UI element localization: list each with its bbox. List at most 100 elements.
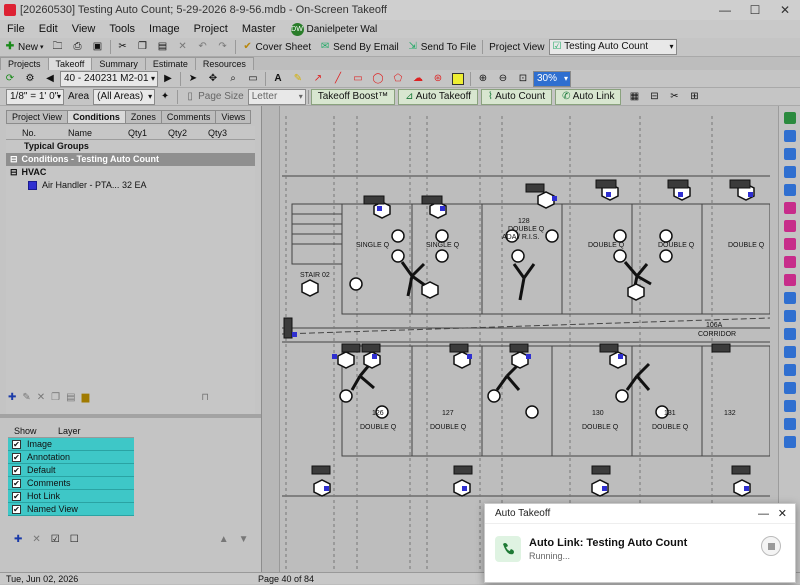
auto-link-button[interactable]: ✆ Auto Link <box>555 88 622 105</box>
tab-zones[interactable]: Zones <box>124 110 162 124</box>
checkbox[interactable]: ✔ <box>12 504 21 514</box>
measure-button[interactable]: ⊟ <box>644 89 664 105</box>
condition-group-row[interactable]: ⊟ Conditions - Testing Auto Count <box>6 153 255 166</box>
lock-icon[interactable]: ⊓ <box>201 392 209 403</box>
condition-row[interactable]: Air Handler - PTA... 32 EA <box>6 179 255 192</box>
pan-tool[interactable]: ✥ <box>203 71 223 87</box>
menu-image[interactable]: Image <box>142 23 187 35</box>
line-tool[interactable]: ╱ <box>328 71 348 87</box>
redo-button[interactable]: ↷ <box>213 39 233 55</box>
polygon-tool[interactable]: ⬠ <box>388 71 408 87</box>
col-qty1[interactable]: Qty1 <box>118 126 156 139</box>
layer-row-named-view[interactable]: ✔ Named View <box>8 503 134 516</box>
send-by-email-button[interactable]: ✉ Send By Email <box>315 39 403 55</box>
layer-row-hot-link[interactable]: ✔ Hot Link <box>8 490 134 503</box>
menu-project[interactable]: Project <box>187 23 235 35</box>
ellipse-tool[interactable]: ◯ <box>368 71 388 87</box>
copy-icon[interactable]: ❐ <box>51 392 60 403</box>
help-icon[interactable] <box>783 112 796 124</box>
layer-button[interactable]: ▦ <box>624 89 644 105</box>
menu-view[interactable]: View <box>65 23 103 35</box>
tab-views[interactable]: Views <box>215 110 252 124</box>
edit-icon[interactable]: ✎ <box>22 392 30 403</box>
settings-button[interactable]: ⚙ <box>20 71 40 87</box>
menu-edit[interactable]: Edit <box>32 23 65 35</box>
checkbox[interactable]: ✔ <box>12 465 21 475</box>
tab-summary[interactable]: Summary <box>91 57 146 70</box>
col-qty2[interactable]: Qty2 <box>156 126 196 139</box>
col-no[interactable]: No. <box>6 126 46 139</box>
zoom-in-button[interactable]: ⊕ <box>473 71 493 87</box>
layer-row-comments[interactable]: ✔ Comments <box>8 477 134 490</box>
checkbox[interactable]: ✔ <box>12 491 21 501</box>
arrow-tool[interactable]: ↗ <box>308 71 328 87</box>
area-tool-button[interactable]: ✦ <box>155 89 175 105</box>
tab-project-view[interactable]: Project View <box>6 110 68 124</box>
page-combo[interactable]: 40 - 240231 M2-01 - MEC▾ <box>60 70 158 87</box>
cover-sheet-button[interactable]: ✔ Cover Sheet <box>238 39 316 55</box>
properties-icon[interactable] <box>783 130 796 142</box>
menu-file[interactable]: File <box>0 23 32 35</box>
report-icon[interactable] <box>783 436 796 448</box>
maximize-button[interactable]: ☐ <box>740 0 770 20</box>
rectangle-tool[interactable]: ▭ <box>348 71 368 87</box>
hvac-folder-row[interactable]: ⊟ HVAC <box>6 166 255 179</box>
rotate-icon[interactable] <box>783 364 796 376</box>
page-size-combo[interactable]: Letter ▾ <box>247 88 306 105</box>
snapshot-tool[interactable]: ▭ <box>243 71 263 87</box>
fit-height-icon[interactable] <box>783 328 796 340</box>
col-qty3[interactable]: Qty3 <box>196 126 236 139</box>
move-down-icon[interactable]: ▼ <box>239 534 249 545</box>
typical-groups-row[interactable]: Typical Groups <box>6 140 255 153</box>
prev-page-button[interactable]: ◀ <box>40 71 60 87</box>
zoom-fit-button[interactable]: ⊡ <box>513 71 533 87</box>
zoom-tool[interactable]: ⌕ <box>223 71 243 87</box>
checkbox[interactable]: ✔ <box>12 439 21 449</box>
tab-resources[interactable]: Resources <box>194 57 254 70</box>
panel-splitter[interactable] <box>0 414 261 418</box>
scale-combo[interactable]: 1/8" = 1' 0" ▾ <box>6 88 64 105</box>
fit-page-icon[interactable] <box>783 346 796 358</box>
stamp-icon[interactable] <box>783 274 796 286</box>
auto-takeoff-button[interactable]: ⊿ Auto Takeoff <box>398 88 478 105</box>
paste-icon[interactable]: ▤ <box>66 392 75 403</box>
add-layer-icon[interactable]: ✚ <box>14 534 22 545</box>
save-button[interactable]: ▣ <box>88 39 108 55</box>
close-button[interactable]: ✕ <box>770 0 800 20</box>
layers-icon[interactable] <box>783 148 796 160</box>
copy-button[interactable]: ❐ <box>133 39 153 55</box>
zoom-combo[interactable]: 30% ▾ <box>533 70 571 87</box>
delete-layer-icon[interactable]: ✕ <box>32 534 40 545</box>
fit-width-icon[interactable] <box>783 310 796 322</box>
note-tool[interactable] <box>448 71 468 87</box>
toast-minimize-button[interactable]: — <box>758 504 769 524</box>
tab-conditions[interactable]: Conditions <box>66 110 126 124</box>
more-button[interactable]: ⊞ <box>684 89 704 105</box>
toast-close-button[interactable]: ✕ <box>778 504 787 524</box>
paste-button[interactable]: ▤ <box>153 39 173 55</box>
print-button[interactable]: ⎙ <box>68 39 88 55</box>
delete-icon[interactable]: ✕ <box>37 392 45 403</box>
new-button[interactable]: ✚ New ▾ <box>0 39 48 55</box>
uncheck-all-icon[interactable]: ☐ <box>70 534 79 545</box>
overlay-icon[interactable] <box>783 202 796 214</box>
refresh-button[interactable]: ⟳ <box>0 71 20 87</box>
scissors-button[interactable]: ✂ <box>664 89 684 105</box>
col-name[interactable]: Name <box>46 126 118 139</box>
bookmark-icon[interactable] <box>783 400 796 412</box>
markup-icon[interactable] <box>783 238 796 250</box>
minimize-button[interactable]: — <box>710 0 740 20</box>
menu-master[interactable]: Master <box>235 23 283 35</box>
open-button[interactable]: 🗀 <box>48 39 68 55</box>
layer-row-default[interactable]: ✔ Default <box>8 464 134 477</box>
delete-button[interactable]: ✕ <box>173 39 193 55</box>
compare-icon[interactable] <box>783 220 796 232</box>
zoom-out-button[interactable]: ⊖ <box>493 71 513 87</box>
menu-tools[interactable]: Tools <box>102 23 142 35</box>
filter-icon[interactable] <box>783 184 796 196</box>
link-icon[interactable] <box>783 418 796 430</box>
stop-button[interactable] <box>761 536 781 556</box>
cut-button[interactable]: ✂ <box>113 39 133 55</box>
split-view-icon[interactable] <box>783 166 796 178</box>
layer-row-annotation[interactable]: ✔ Annotation <box>8 451 134 464</box>
